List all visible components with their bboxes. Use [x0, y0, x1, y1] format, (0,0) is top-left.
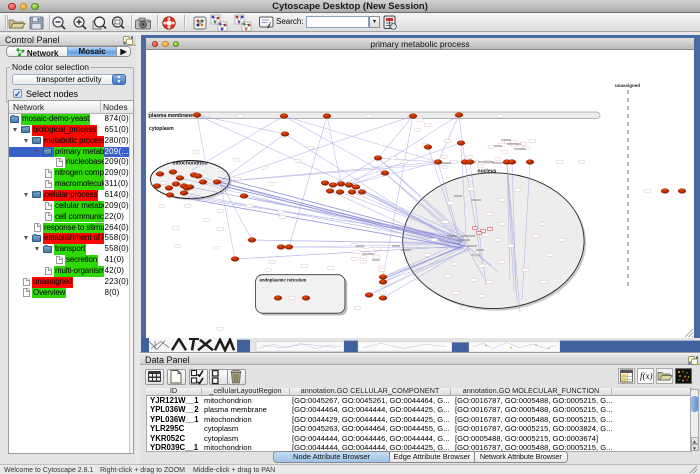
svg-text:cytoplasm: cytoplasm: [149, 126, 174, 132]
svg-text:nucleus: nucleus: [478, 169, 497, 175]
svg-text:plasma membrane: plasma membrane: [149, 113, 193, 119]
svg-text:f(x): f(x): [640, 371, 653, 381]
svg-text:endoplasmic reticulum: endoplasmic reticulum: [260, 278, 307, 283]
svg-text:mitochondrion: mitochondrion: [173, 161, 208, 167]
svg-text:unassigned: unassigned: [615, 83, 640, 88]
